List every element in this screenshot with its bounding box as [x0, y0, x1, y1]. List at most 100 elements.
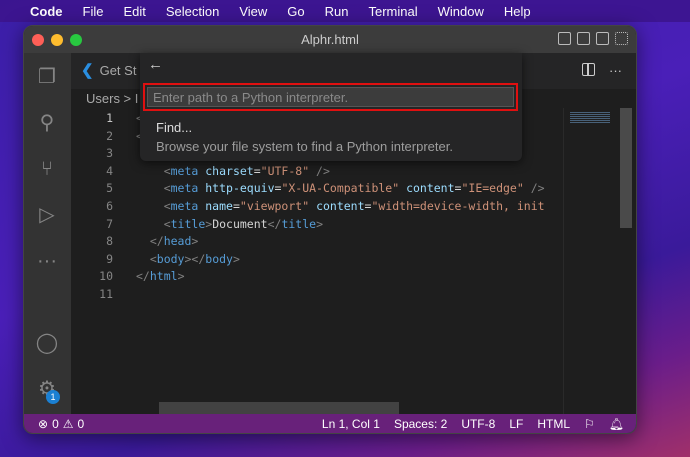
- split-editor-icon[interactable]: [582, 63, 595, 76]
- code-token: "width=device-width, init: [371, 199, 545, 213]
- line-number: 1: [106, 111, 113, 125]
- toggle-panel-icon[interactable]: [577, 32, 590, 45]
- code-line: 6 <meta name="viewport" content="width=d…: [71, 198, 563, 216]
- code-token: title: [281, 216, 317, 231]
- code-token: name: [198, 199, 233, 213]
- tab-label: Get St: [99, 63, 137, 78]
- code-token: </: [267, 216, 282, 231]
- close-button[interactable]: [32, 34, 44, 46]
- back-arrow-icon[interactable]: ←: [148, 56, 163, 73]
- minimap[interactable]: [563, 108, 619, 414]
- code-token: content: [399, 181, 455, 196]
- line-number: 11: [99, 287, 113, 301]
- code-token: =: [232, 199, 240, 213]
- code-line: 11: [71, 286, 563, 304]
- line-code: <meta name="viewport" content="width=dev…: [136, 198, 545, 216]
- line-number: 8: [106, 234, 113, 249]
- toggle-secondary-sidebar-icon[interactable]: [596, 32, 609, 45]
- more-icon[interactable]: ···: [35, 249, 59, 273]
- notifications-bell-icon[interactable]: 🔔︎: [609, 414, 624, 433]
- mac-menubar: Code File Edit Selection View Go Run Ter…: [0, 0, 690, 22]
- warning-count: 0: [77, 417, 85, 431]
- code-token: </: [136, 269, 150, 284]
- code-line: 9 <body></body>: [71, 251, 563, 269]
- code-token: charset: [198, 163, 254, 178]
- more-actions-icon[interactable]: ···: [609, 63, 622, 78]
- customize-layout-icon[interactable]: [615, 32, 628, 45]
- warning-icon: ⚠: [62, 417, 74, 431]
- menu-run[interactable]: Run: [315, 4, 359, 19]
- status-bar: ⊗ 0 ⚠ 0 Ln 1, Col 1 Spaces: 2 UTF-8 LF HTM…: [24, 414, 636, 433]
- line-number: 3: [106, 146, 113, 161]
- code-token: "IE=edge": [461, 181, 524, 196]
- line-number: 4: [106, 163, 113, 178]
- line-code: <meta http-equiv="X-UA-Compatible" conte…: [136, 180, 545, 198]
- menu-app[interactable]: Code: [20, 4, 73, 19]
- run-debug-icon[interactable]: ▷: [35, 203, 59, 227]
- window-title: Alphr.html: [301, 32, 359, 47]
- code-token: body: [205, 251, 233, 266]
- menu-view[interactable]: View: [229, 4, 277, 19]
- menu-edit[interactable]: Edit: [113, 4, 155, 19]
- code-token: <: [136, 199, 171, 213]
- menu-window[interactable]: Window: [428, 4, 494, 19]
- find-option-title: Find...: [156, 120, 193, 135]
- menu-go[interactable]: Go: [277, 4, 314, 19]
- activity-bar: ❐ ⚲ ⑂ ▷ ··· ◯ ⚙: [24, 53, 71, 414]
- code-token: >: [191, 234, 199, 249]
- code-token: >: [232, 251, 240, 266]
- code-token: "viewport": [239, 199, 310, 213]
- code-token: "X-UA-Compatible": [281, 181, 400, 196]
- minimize-button[interactable]: [51, 34, 63, 46]
- horizontal-scrollbar[interactable]: [159, 402, 399, 414]
- interpreter-path-input[interactable]: [147, 87, 514, 107]
- source-control-icon[interactable]: ⑂: [35, 157, 59, 181]
- find-option[interactable]: Find... Browse your file system to find …: [140, 115, 522, 159]
- search-icon[interactable]: ⚲: [35, 111, 59, 135]
- menu-selection[interactable]: Selection: [156, 4, 229, 19]
- code-token: <: [136, 163, 171, 178]
- code-token: <: [136, 216, 171, 231]
- code-token: body: [156, 251, 185, 266]
- code-line: 10 </html>: [71, 268, 563, 286]
- vertical-scrollbar[interactable]: [620, 108, 632, 228]
- line-number: 2: [106, 128, 113, 143]
- line-number: 7: [106, 216, 113, 231]
- accounts-icon[interactable]: ◯: [35, 331, 59, 355]
- code-line: 5 <meta http-equiv="X-UA-Compatible" con…: [71, 180, 563, 198]
- code-token: "UTF-8": [260, 163, 310, 178]
- title-bar: Alphr.html: [24, 26, 636, 53]
- code-token: content: [309, 199, 365, 213]
- highlight-box: [143, 83, 518, 111]
- end-of-line[interactable]: LF: [509, 414, 523, 433]
- maximize-button[interactable]: [70, 34, 82, 46]
- problems-indicator[interactable]: ⊗ 0 ⚠ 0: [38, 414, 85, 433]
- toggle-sidebar-icon[interactable]: [558, 32, 571, 45]
- error-icon: ⊗: [38, 417, 49, 431]
- indentation[interactable]: Spaces: 2: [394, 414, 447, 433]
- code-token: meta: [170, 163, 199, 178]
- code-token: head: [163, 234, 192, 249]
- explorer-icon[interactable]: ❐: [35, 65, 59, 89]
- code-token: >: [316, 216, 323, 231]
- menu-help[interactable]: Help: [494, 4, 541, 19]
- code-token: <: [136, 181, 171, 196]
- error-count: 0: [52, 417, 59, 431]
- menu-terminal[interactable]: Terminal: [359, 4, 428, 19]
- encoding[interactable]: UTF-8: [461, 414, 495, 433]
- settings-badge: 1: [46, 390, 60, 404]
- code-line: 8 </head>: [71, 233, 563, 251]
- code-token: </: [136, 234, 164, 249]
- line-number: 5: [106, 181, 113, 196]
- feedback-icon[interactable]: ⚐: [584, 414, 595, 433]
- code-line: 4 <meta charset="UTF-8" />: [71, 163, 563, 181]
- tab-get-started[interactable]: ❮ Get St: [71, 53, 151, 89]
- code-line: 7 <title>Document</title>: [71, 216, 563, 234]
- menu-file[interactable]: File: [73, 4, 114, 19]
- line-code: <body></body>: [136, 251, 240, 269]
- language-mode[interactable]: HTML: [537, 414, 570, 433]
- line-code: <meta charset="UTF-8" />: [136, 163, 330, 181]
- cursor-position[interactable]: Ln 1, Col 1: [322, 414, 380, 433]
- find-option-description: Browse your file system to find a Python…: [156, 139, 453, 154]
- vscode-window: Alphr.html ❐ ⚲ ⑂ ▷ ··· ◯ ⚙ 1 ❮ Get St ··…: [23, 25, 637, 434]
